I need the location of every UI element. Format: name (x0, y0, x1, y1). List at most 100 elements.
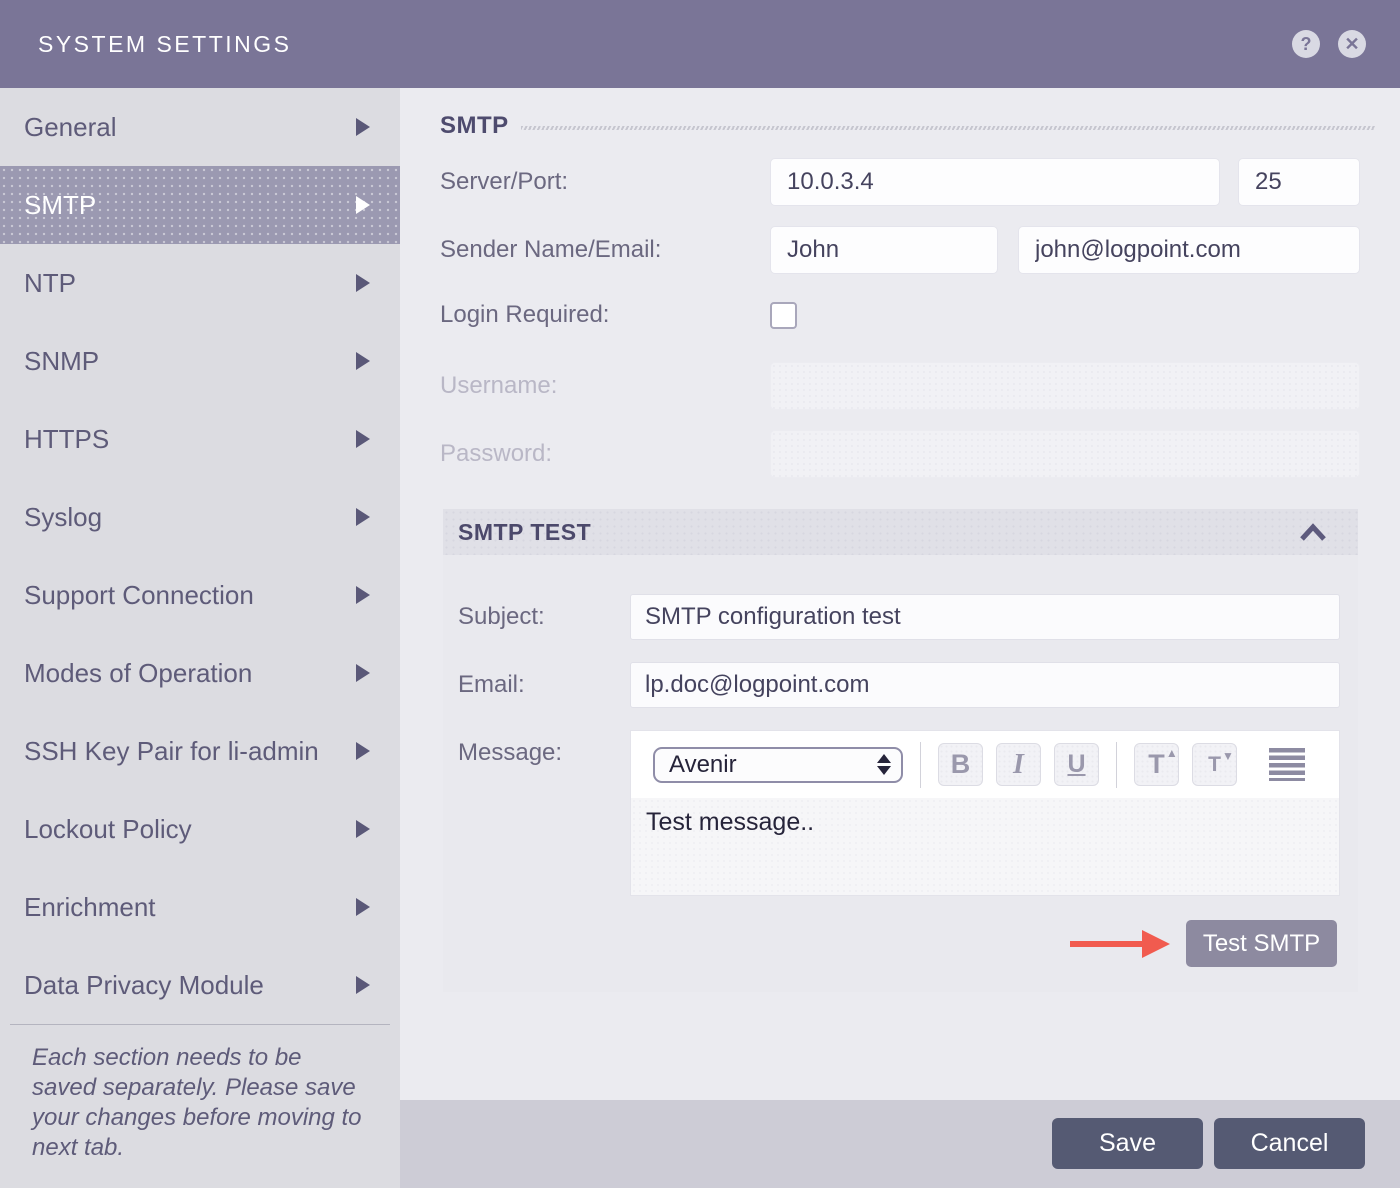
font-size-decrease-icon: T▼ (1208, 754, 1221, 775)
chevron-right-icon (356, 430, 370, 448)
sidebar-note: Each section needs to be saved separatel… (32, 1043, 372, 1163)
username-label: Username: (440, 372, 770, 400)
section-title: SMTP (440, 112, 509, 140)
message-label: Message: (458, 730, 630, 896)
email-row: Email: (458, 662, 1340, 708)
underline-button[interactable]: U (1054, 743, 1099, 786)
sidebar-item-ntp[interactable]: NTP (0, 244, 400, 322)
align-lines-icon (1269, 748, 1305, 781)
test-smtp-button[interactable]: Test SMTP (1186, 920, 1337, 967)
align-button[interactable] (1264, 743, 1309, 786)
chevron-right-icon (356, 508, 370, 526)
footer: Save Cancel (400, 1100, 1400, 1188)
sender-row: Sender Name/Email: (440, 226, 1360, 274)
chevron-right-icon (356, 976, 370, 994)
italic-icon: I (1013, 749, 1024, 781)
close-icon[interactable]: ✕ (1338, 30, 1366, 58)
font-family-value: Avenir (669, 751, 877, 779)
server-input[interactable] (770, 158, 1220, 206)
titlebar-icons: ? ✕ (1292, 0, 1366, 88)
smtp-test-panel: SMTP TEST Subject: Email: Message: (443, 509, 1358, 992)
message-row: Message: Avenir B I U (458, 730, 1340, 896)
sender-name-input[interactable] (770, 226, 998, 274)
chevron-right-icon (356, 274, 370, 292)
sidebar-item-label: HTTPS (24, 424, 356, 455)
editor-toolbar: Avenir B I U T▲ T▼ (631, 731, 1339, 798)
font-size-increase-button[interactable]: T▲ (1134, 743, 1179, 786)
chevron-right-icon (356, 118, 370, 136)
smtp-test-body: Subject: Email: Message: Avenir (443, 594, 1358, 967)
subject-label: Subject: (458, 603, 630, 631)
help-icon[interactable]: ? (1292, 30, 1320, 58)
message-editor: Avenir B I U T▲ T▼ (630, 730, 1340, 896)
email-label: Email: (458, 671, 630, 699)
email-input[interactable] (630, 662, 1340, 708)
chevron-right-icon (356, 586, 370, 604)
smtp-settings-panel: SMTP Server/Port: Sender Name/Email: Log… (400, 88, 1400, 1100)
chevron-right-icon (356, 742, 370, 760)
sidebar-item-smtp[interactable]: SMTP (0, 166, 400, 244)
sidebar-item-label: Syslog (24, 502, 356, 533)
sidebar-item-support-connection[interactable]: Support Connection (0, 556, 400, 634)
sidebar-item-syslog[interactable]: Syslog (0, 478, 400, 556)
sidebar-item-label: SSH Key Pair for li-admin (24, 736, 356, 767)
save-button[interactable]: Save (1052, 1118, 1203, 1169)
chevron-right-icon (356, 196, 370, 214)
password-row: Password: (440, 430, 1360, 478)
smtp-test-title: SMTP TEST (458, 519, 1298, 546)
underline-icon: U (1067, 750, 1085, 779)
sidebar: General SMTP NTP SNMP HTTPS Syslog Suppo… (0, 88, 400, 1188)
sidebar-item-snmp[interactable]: SNMP (0, 322, 400, 400)
port-input[interactable] (1238, 158, 1360, 206)
sidebar-item-general[interactable]: General (0, 88, 400, 166)
sender-email-input[interactable] (1018, 226, 1360, 274)
username-input (770, 362, 1360, 410)
sidebar-item-label: Modes of Operation (24, 658, 356, 689)
login-required-checkbox[interactable] (770, 302, 797, 329)
toolbar-divider (920, 742, 921, 788)
sidebar-item-label: SMTP (24, 190, 356, 221)
subject-input[interactable] (630, 594, 1340, 640)
collapse-chevron-up-icon[interactable] (1298, 523, 1328, 542)
server-port-row: Server/Port: (440, 158, 1360, 206)
font-family-select[interactable]: Avenir (653, 747, 903, 783)
bold-button[interactable]: B (938, 743, 983, 786)
sidebar-item-label: SNMP (24, 346, 356, 377)
password-label: Password: (440, 440, 770, 468)
chevron-right-icon (356, 898, 370, 916)
sidebar-item-data-privacy-module[interactable]: Data Privacy Module (0, 946, 400, 1024)
sidebar-item-enrichment[interactable]: Enrichment (0, 868, 400, 946)
sidebar-item-modes-of-operation[interactable]: Modes of Operation (0, 634, 400, 712)
toolbar-divider (1116, 742, 1117, 788)
sidebar-item-label: NTP (24, 268, 356, 299)
titlebar: SYSTEM SETTINGS ? ✕ (0, 0, 1400, 88)
subject-row: Subject: (458, 594, 1340, 640)
section-header: SMTP (440, 112, 1375, 140)
font-size-increase-icon: T▲ (1148, 751, 1165, 778)
bold-icon: B (951, 749, 971, 780)
sidebar-item-label: General (24, 112, 356, 143)
cancel-button[interactable]: Cancel (1214, 1118, 1365, 1169)
sidebar-item-https[interactable]: HTTPS (0, 400, 400, 478)
sidebar-item-label: Support Connection (24, 580, 356, 611)
chevron-right-icon (356, 820, 370, 838)
sender-label: Sender Name/Email: (440, 236, 770, 264)
chevron-right-icon (356, 352, 370, 370)
sidebar-item-lockout-policy[interactable]: Lockout Policy (0, 790, 400, 868)
select-arrows-icon (877, 754, 891, 775)
font-size-decrease-button[interactable]: T▼ (1192, 743, 1237, 786)
login-required-label: Login Required: (440, 301, 770, 329)
chevron-right-icon (356, 664, 370, 682)
red-pointer-arrow-icon (1070, 930, 1170, 958)
smtp-test-header: SMTP TEST (443, 509, 1358, 555)
sidebar-item-label: Enrichment (24, 892, 356, 923)
username-row: Username: (440, 362, 1360, 410)
message-textarea[interactable]: Test message.. (631, 798, 1339, 895)
sidebar-divider (10, 1024, 390, 1025)
section-rule (521, 126, 1375, 130)
sidebar-item-ssh-key-pair[interactable]: SSH Key Pair for li-admin (0, 712, 400, 790)
test-smtp-row: Test SMTP (458, 920, 1340, 967)
sidebar-item-label: Lockout Policy (24, 814, 356, 845)
italic-button[interactable]: I (996, 743, 1041, 786)
sidebar-item-label: Data Privacy Module (24, 970, 356, 1001)
